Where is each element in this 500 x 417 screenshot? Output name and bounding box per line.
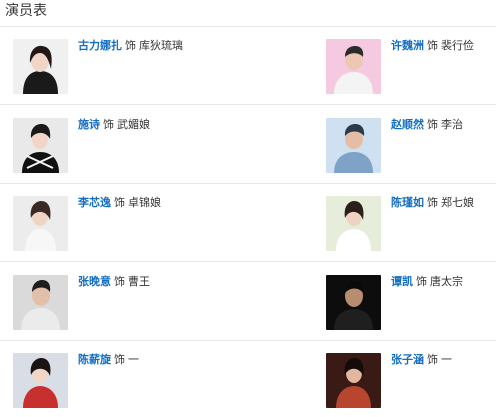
row-divider — [0, 261, 496, 262]
cast-card[interactable]: 李芯逸饰卓锦娘 — [13, 196, 213, 254]
cast-meta: 赵顺然饰李治 — [391, 118, 463, 132]
cast-meta: 陈瑾如饰郑七娘 — [391, 196, 474, 210]
cast-card[interactable]: 古力娜扎饰库狄琉璃 — [13, 39, 213, 97]
section-title: 演员表 — [5, 3, 47, 19]
cast-card[interactable]: 陈瑾如饰郑七娘 — [326, 196, 500, 254]
actor-photo[interactable] — [13, 118, 68, 173]
cast-meta: 李芯逸饰卓锦娘 — [78, 196, 161, 210]
as-label: 饰 — [114, 353, 125, 366]
as-label: 饰 — [125, 39, 136, 52]
actor-name-link[interactable]: 谭凯 — [391, 275, 413, 288]
row-divider — [0, 183, 496, 184]
cast-list-page: 演员表 古力娜扎饰库狄琉璃 许魏洲饰裴行俭 施诗 饰 武媚娘 赵顺然 饰 李治 … — [0, 0, 500, 417]
actor-photo[interactable] — [13, 39, 68, 94]
cast-card[interactable]: 张子涵饰一 — [326, 353, 500, 411]
role-name: 李治 — [441, 118, 463, 131]
title-divider — [0, 26, 496, 27]
role-name: 唐太宗 — [430, 275, 463, 288]
role-name: 武媚娘 — [117, 118, 150, 131]
cast-card[interactable]: 陈薪旋饰一 — [13, 353, 213, 411]
role-name: 一 — [441, 353, 452, 366]
actor-name-link[interactable]: 李芯逸 — [78, 196, 111, 209]
cast-meta: 施诗饰武媚娘 — [78, 118, 150, 132]
role-name: 库狄琉璃 — [139, 39, 183, 52]
as-label: 饰 — [103, 118, 114, 131]
cast-meta: 张晚意饰曹王 — [78, 275, 150, 289]
cast-card[interactable]: 谭凯饰唐太宗 — [326, 275, 500, 333]
actor-name-link[interactable]: 施诗 — [78, 118, 100, 131]
as-label: 饰 — [416, 275, 427, 288]
cast-card[interactable]: 张晚意饰曹王 — [13, 275, 213, 333]
cast-meta: 谭凯饰唐太宗 — [391, 275, 463, 289]
actor-photo[interactable] — [326, 118, 381, 173]
actor-photo[interactable] — [326, 39, 381, 94]
actor-photo[interactable] — [13, 196, 68, 251]
actor-photo[interactable] — [326, 275, 381, 330]
role-name: 郑七娘 — [441, 196, 474, 209]
as-label: 饰 — [427, 39, 438, 52]
cast-meta: 许魏洲饰裴行俭 — [391, 39, 474, 53]
cast-meta: 古力娜扎饰库狄琉璃 — [78, 39, 183, 53]
cast-meta: 张子涵饰一 — [391, 353, 452, 367]
actor-name-link[interactable]: 许魏洲 — [391, 39, 424, 52]
actor-photo[interactable] — [326, 196, 381, 251]
cast-meta: 陈薪旋饰一 — [78, 353, 139, 367]
as-label: 饰 — [427, 118, 438, 131]
as-label: 饰 — [114, 275, 125, 288]
as-label: 饰 — [427, 196, 438, 209]
role-name: 曹王 — [128, 275, 150, 288]
actor-photo[interactable] — [326, 353, 381, 408]
row-divider — [0, 340, 496, 341]
cast-card[interactable]: 许魏洲饰裴行俭 — [326, 39, 500, 97]
actor-name-link[interactable]: 赵顺然 — [391, 118, 424, 131]
cast-card[interactable]: 赵顺然饰李治 — [326, 118, 500, 176]
actor-name-link[interactable]: 张子涵 — [391, 353, 424, 366]
actor-photo[interactable] — [13, 353, 68, 408]
actor-photo[interactable] — [13, 275, 68, 330]
actor-name-link[interactable]: 张晚意 — [78, 275, 111, 288]
cast-card[interactable]: 施诗饰武媚娘 — [13, 118, 213, 176]
actor-name-link[interactable]: 陈薪旋 — [78, 353, 111, 366]
role-name: 一 — [128, 353, 139, 366]
row-divider — [0, 104, 496, 105]
role-name: 裴行俭 — [441, 39, 474, 52]
actor-name-link[interactable]: 陈瑾如 — [391, 196, 424, 209]
role-name: 卓锦娘 — [128, 196, 161, 209]
actor-name-link[interactable]: 古力娜扎 — [78, 39, 122, 52]
as-label: 饰 — [427, 353, 438, 366]
as-label: 饰 — [114, 196, 125, 209]
